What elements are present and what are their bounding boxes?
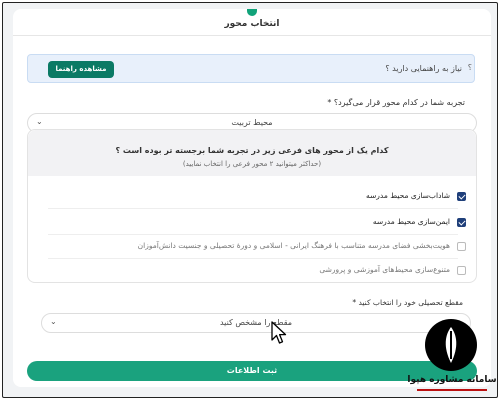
header-tab-icon <box>247 9 257 16</box>
help-icon: ؟ <box>467 63 472 72</box>
watermark-underline <box>417 389 487 391</box>
checkbox[interactable] <box>457 242 466 251</box>
sub-axis-question: کدام یک از محور های فرعی زیر در تجربه شم… <box>115 146 389 155</box>
watermark-logo: سامانه مشاوره هپوا <box>407 319 497 397</box>
mouse-cursor-icon <box>271 321 287 344</box>
sub-axis-panel: کدام یک از محور های فرعی زیر در تجربه شم… <box>27 129 477 283</box>
option-divider <box>48 234 458 235</box>
option-divider <box>48 258 458 259</box>
watermark-text: سامانه مشاوره هپوا <box>407 375 497 385</box>
sub-axis-panel-header: کدام یک از محور های فرعی زیر در تجربه شم… <box>28 130 476 176</box>
guide-question: نیاز به راهنمایی دارید ؟ <box>385 64 462 73</box>
option-label: ایمن‌سازی محیط مدرسه <box>372 217 450 226</box>
grade-label: مقطع تحصیلی خود را انتخاب کنید * <box>352 298 463 307</box>
quill-logo-icon <box>425 319 477 371</box>
grade-select-value: مقطع را مشخص کنید <box>219 318 293 327</box>
checkbox[interactable] <box>457 266 466 275</box>
option-divider <box>48 208 458 209</box>
option-label: شاداب‌سازی محیط مدرسه <box>365 191 450 200</box>
option-label: هویت‌بخشی فضای مدرسه متناسب با فرهنگ ایر… <box>137 241 450 250</box>
checkbox[interactable] <box>457 192 466 201</box>
checkbox[interactable] <box>457 218 466 227</box>
sub-axis-note: (حداکثر میتوانید ۲ محور فرعی را انتخاب ن… <box>182 160 322 168</box>
option-label: متنوع‌سازی محیط‌های آموزشی و پرورشی <box>319 265 450 274</box>
axis-question-label: تجربه شما در کدام محور قرار می‌گیرد؟ * <box>327 98 465 107</box>
axis-select-value: محیط تربیت <box>231 118 273 127</box>
page-title: انتخاب محور <box>224 19 280 29</box>
guide-banner: ؟ نیاز به راهنمایی دارید ؟ مشاهده راهنما <box>27 54 475 83</box>
screenshot-frame: انتخاب محور ؟ نیاز به راهنمایی دارید ؟ م… <box>2 2 498 398</box>
view-guide-button[interactable]: مشاهده راهنما <box>48 61 114 78</box>
header-divider <box>13 35 491 36</box>
